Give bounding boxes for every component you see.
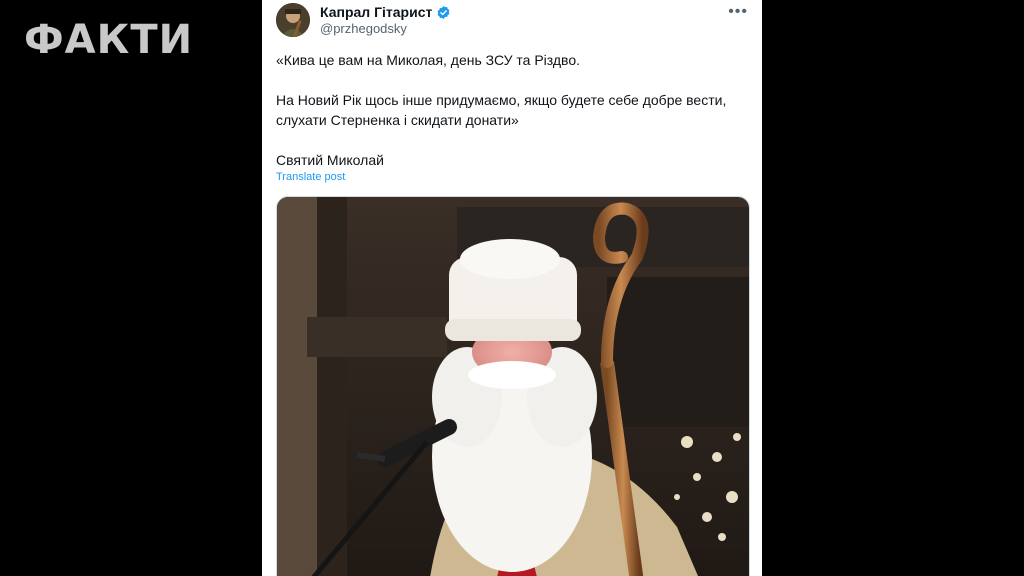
user-handle[interactable]: @przhegodsky [320,21,407,36]
saint-nicholas-photo [277,197,749,576]
fakty-logo: ФАКТИ [24,17,194,63]
avatar[interactable] [276,3,310,37]
tweet-paragraph-1: «Кива це вам на Миколая, день ЗСУ та Різ… [276,52,581,68]
verified-badge-icon [437,5,450,19]
tweet-card: Капрал Гітарист @przhegodsky ••• «Кива ц… [262,0,762,576]
author-name-row: Капрал Гітарист [320,4,451,20]
tweet-paragraph-2: На Новий Рік щось інше придумаємо, якщо … [276,92,727,128]
more-options-icon[interactable]: ••• [728,4,748,20]
tweet-media-image[interactable] [276,196,750,576]
translate-post-link[interactable]: Translate post [276,171,345,183]
tweet-signature: Святий Миколай [276,152,384,168]
display-name[interactable]: Капрал Гітарист [320,4,432,20]
